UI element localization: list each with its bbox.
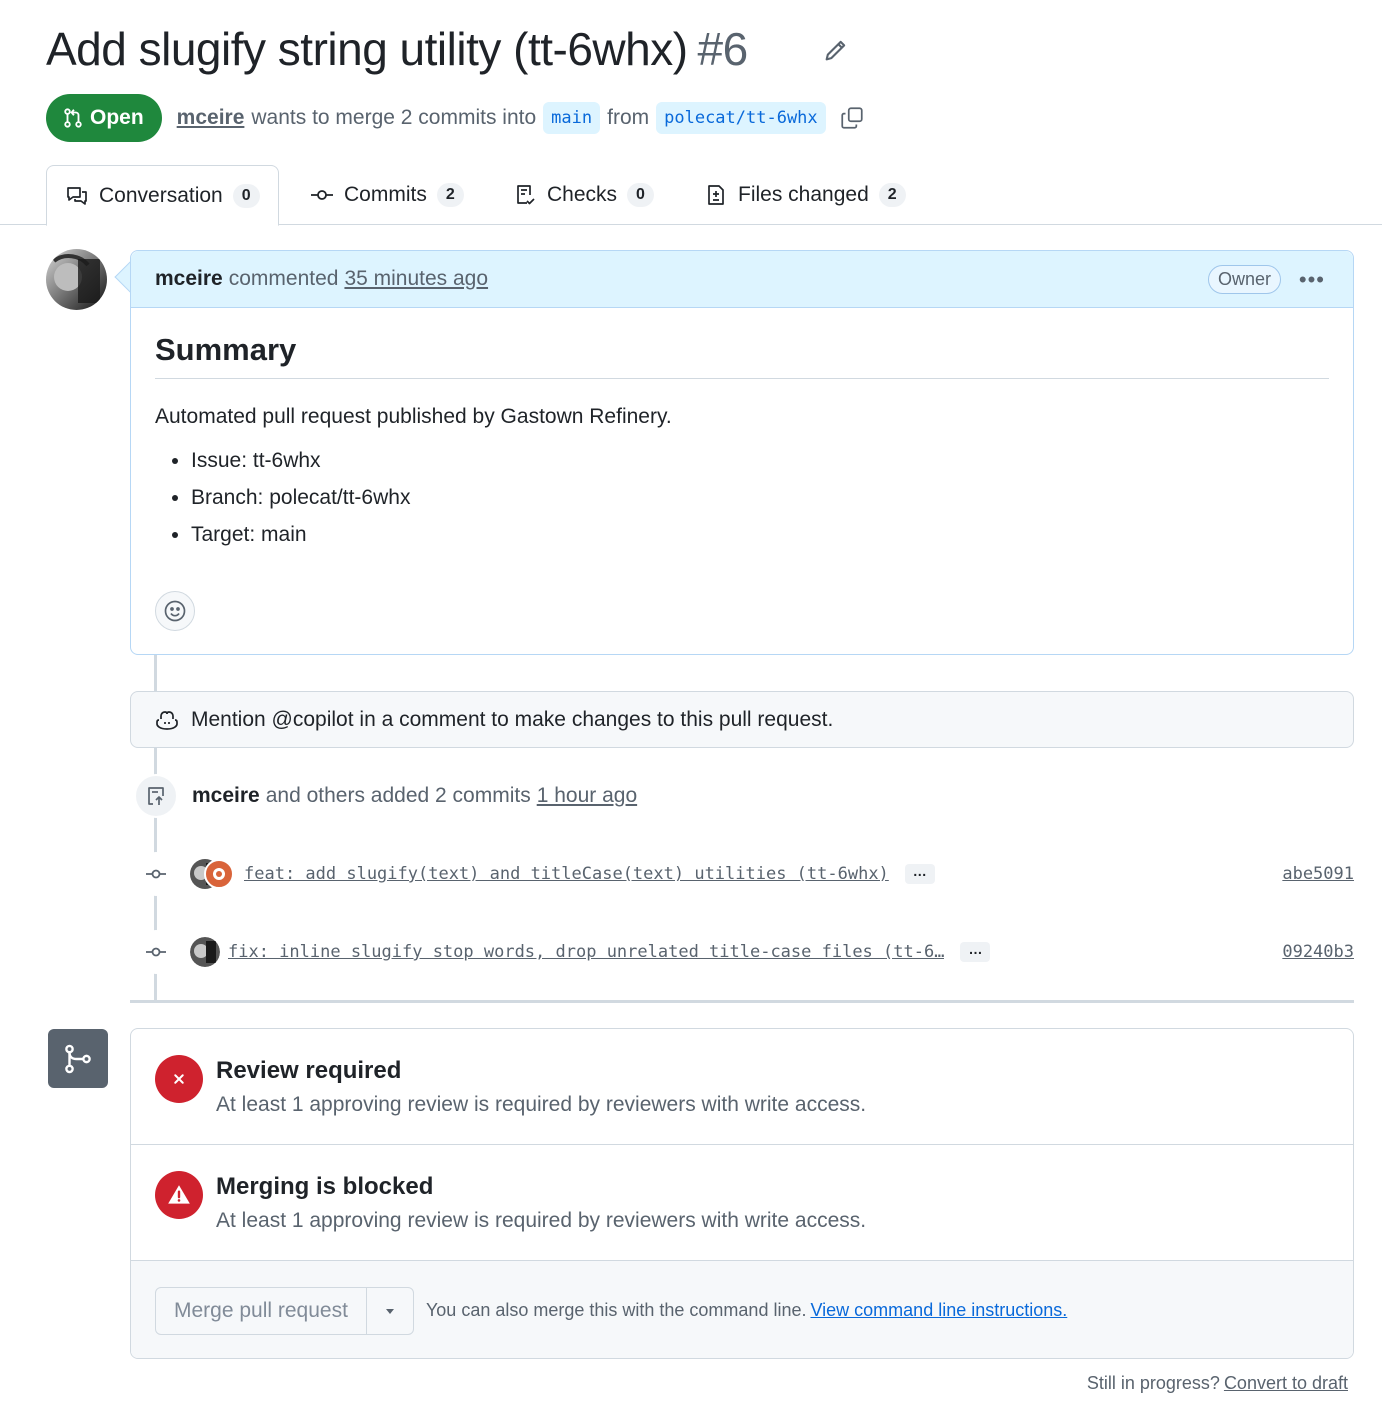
tab-commits[interactable]: Commits 2 bbox=[310, 165, 464, 225]
expand-commit-button[interactable]: … bbox=[960, 942, 991, 962]
command-line-instructions-link[interactable]: View command line instructions. bbox=[810, 1300, 1067, 1320]
pr-title: Add slugify string utility (tt-6whx) #6 bbox=[46, 22, 748, 76]
copilot-icon bbox=[156, 710, 178, 730]
comment-list: Issue: tt-6whx Branch: polecat/tt-6whx T… bbox=[155, 449, 1329, 547]
comment-body: Summary Automated pull request published… bbox=[131, 308, 1353, 584]
commit-sha-link[interactable]: 09240b3 bbox=[1282, 942, 1354, 962]
blocked-title: Merging is blocked bbox=[216, 1173, 434, 1200]
author-link[interactable]: mceire bbox=[177, 106, 245, 130]
commit-message-link[interactable]: feat: add slugify(text) and titleCase(te… bbox=[244, 864, 889, 884]
state-badge: Open bbox=[46, 94, 162, 142]
triangle-down-icon bbox=[385, 1308, 394, 1314]
repo-push-icon bbox=[134, 774, 178, 818]
pr-tabs: Conversation 0 Commits 2 Checks 0 Files … bbox=[0, 165, 1382, 226]
copy-icon[interactable] bbox=[839, 105, 865, 131]
list-item: Target: main bbox=[191, 523, 1329, 547]
git-commit-icon bbox=[134, 852, 178, 896]
timeline-divider bbox=[130, 1000, 1354, 1003]
comment-time[interactable]: 35 minutes ago bbox=[344, 267, 488, 291]
tab-label: Commits bbox=[344, 183, 427, 206]
commit-avatars[interactable] bbox=[190, 859, 234, 889]
merge-footer: Merge pull request You can also merge th… bbox=[131, 1261, 1353, 1358]
commit-message-link[interactable]: fix: inline slugify stop words, drop unr… bbox=[228, 942, 944, 962]
tab-counter: 2 bbox=[878, 183, 906, 207]
git-merge-icon bbox=[48, 1029, 108, 1088]
tab-counter: 0 bbox=[232, 183, 260, 208]
role-badge: Owner bbox=[1207, 265, 1281, 294]
comment-paragraph: Automated pull request published by Gast… bbox=[155, 405, 672, 428]
draft-question: Still in progress? bbox=[1086, 1373, 1220, 1393]
tab-checks[interactable]: Checks 0 bbox=[513, 165, 654, 225]
add-reaction-button[interactable] bbox=[155, 591, 195, 631]
commit-row: feat: add slugify(text) and titleCase(te… bbox=[134, 852, 1354, 896]
copilot-notice-text: Mention @copilot in a comment to make ch… bbox=[191, 707, 834, 731]
review-required-section: Review required At least 1 approving rev… bbox=[131, 1029, 1353, 1145]
tab-counter: 0 bbox=[627, 183, 654, 207]
base-branch[interactable]: main bbox=[543, 102, 601, 134]
pull-request-icon bbox=[64, 108, 82, 128]
tab-label: Conversation bbox=[99, 183, 223, 207]
review-title: Review required bbox=[216, 1057, 402, 1084]
tab-label: Files changed bbox=[738, 183, 869, 206]
comment-discussion-icon bbox=[67, 186, 87, 205]
x-circle-icon bbox=[155, 1055, 203, 1103]
draft-prompt: Still in progress? Convert to draft bbox=[1087, 1373, 1348, 1394]
git-commit-icon bbox=[134, 930, 178, 974]
head-branch[interactable]: polecat/tt-6whx bbox=[656, 102, 826, 134]
commit-sha-link[interactable]: abe5091 bbox=[1282, 864, 1354, 884]
hint-text: You can also merge this with the command… bbox=[425, 1300, 807, 1320]
avatar bbox=[204, 859, 234, 889]
review-desc: At least 1 approving review is required … bbox=[216, 1093, 867, 1116]
comment-header: mceire commented 35 minutes ago Owner ••… bbox=[131, 251, 1353, 308]
avatar[interactable] bbox=[46, 249, 107, 310]
merge-text: wants to merge 2 commits into bbox=[251, 106, 537, 129]
comment-author[interactable]: mceire bbox=[155, 267, 223, 291]
expand-commit-button[interactable]: … bbox=[904, 864, 935, 884]
merge-blocked-section: Merging is blocked At least 1 approving … bbox=[131, 1145, 1353, 1261]
convert-to-draft-link[interactable]: Convert to draft bbox=[1224, 1373, 1348, 1393]
alert-icon bbox=[155, 1171, 203, 1219]
tab-files-changed[interactable]: Files changed 2 bbox=[704, 165, 906, 225]
comment-action: commented bbox=[228, 267, 339, 290]
tab-conversation[interactable]: Conversation 0 bbox=[46, 165, 279, 226]
pr-state-row: Open mceire wants to merge 2 commits int… bbox=[46, 94, 865, 142]
blocked-desc: At least 1 approving review is required … bbox=[216, 1209, 867, 1232]
copilot-notice: Mention @copilot in a comment to make ch… bbox=[130, 691, 1354, 748]
pr-title-text: Add slugify string utility (tt-6whx) bbox=[46, 23, 688, 75]
comment-card: mceire commented 35 minutes ago Owner ••… bbox=[130, 250, 1354, 655]
merge-pull-request-button[interactable]: Merge pull request bbox=[156, 1287, 367, 1334]
state-label: Open bbox=[90, 106, 144, 129]
merge-summary: mceire wants to merge 2 commits into mai… bbox=[177, 102, 865, 134]
merge-options-dropdown[interactable] bbox=[367, 1288, 413, 1334]
tab-label: Checks bbox=[547, 183, 618, 206]
pr-number: #6 bbox=[697, 23, 749, 75]
merge-box: Review required At least 1 approving rev… bbox=[130, 1028, 1354, 1359]
command-line-hint: You can also merge this with the command… bbox=[426, 1300, 1067, 1321]
avatar[interactable] bbox=[190, 937, 220, 967]
commits-added-event: mceire and others added 2 commits 1 hour… bbox=[134, 774, 637, 818]
file-diff-icon bbox=[708, 185, 724, 205]
event-author[interactable]: mceire bbox=[192, 784, 260, 808]
merge-button-group: Merge pull request bbox=[155, 1286, 414, 1335]
timeline-line bbox=[154, 655, 157, 691]
event-text: and others added 2 commits bbox=[265, 784, 531, 807]
pencil-icon[interactable] bbox=[822, 36, 850, 64]
commit-row: fix: inline slugify stop words, drop unr… bbox=[134, 930, 1354, 974]
list-item: Branch: polecat/tt-6whx bbox=[191, 486, 1329, 510]
checklist-icon bbox=[517, 185, 535, 205]
tab-counter: 2 bbox=[436, 183, 464, 207]
list-item: Issue: tt-6whx bbox=[191, 449, 1329, 473]
kebab-menu-icon[interactable]: ••• bbox=[1299, 267, 1325, 293]
comment-heading: Summary bbox=[155, 332, 1329, 379]
git-commit-icon bbox=[311, 190, 333, 200]
event-time[interactable]: 1 hour ago bbox=[537, 784, 637, 808]
from-text: from bbox=[607, 106, 650, 129]
smiley-icon bbox=[164, 600, 186, 622]
